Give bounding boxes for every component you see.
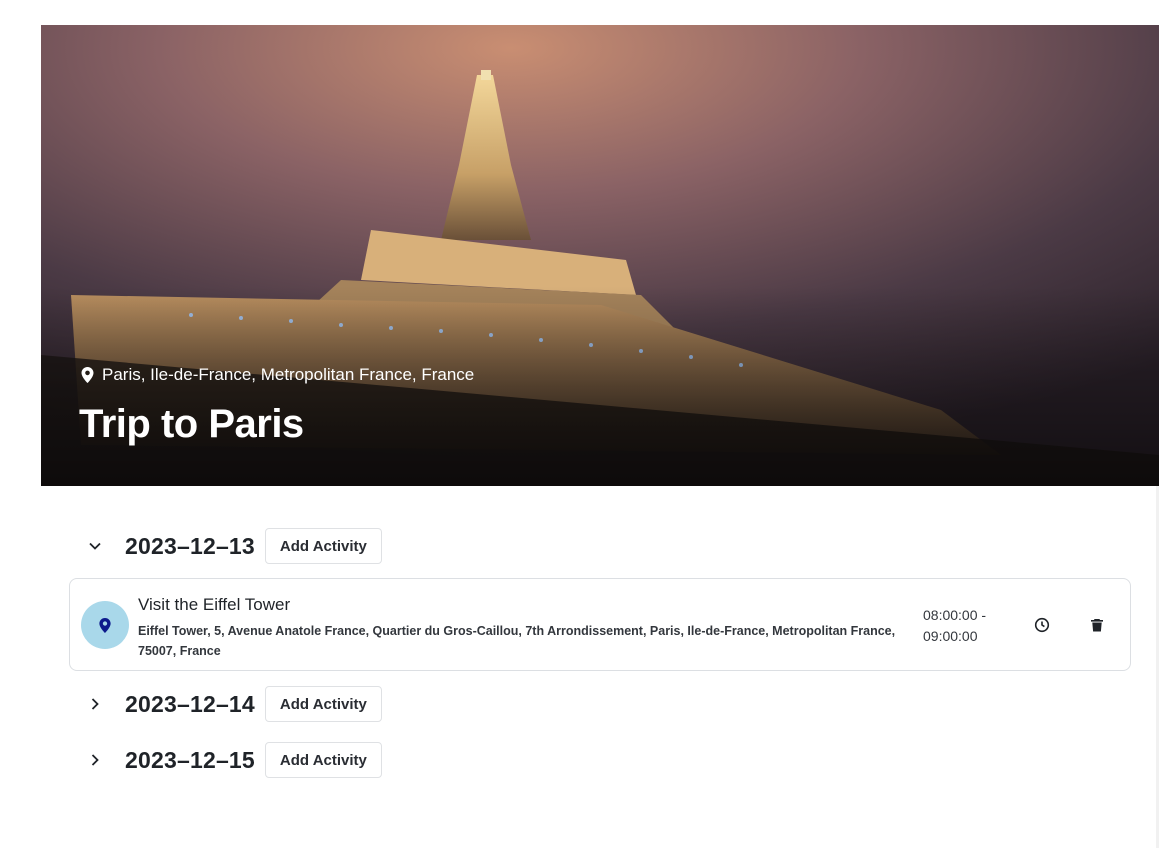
activity-name: Visit the Eiffel Tower bbox=[138, 595, 291, 614]
activity-address: Eiffel Tower, 5, Avenue Anatole France, … bbox=[138, 624, 896, 658]
clock-icon[interactable] bbox=[1028, 611, 1056, 639]
chevron-right-icon[interactable] bbox=[80, 689, 110, 719]
trip-location: Paris, Ile-de-France, Metropolitan Franc… bbox=[81, 365, 474, 385]
map-pin-icon bbox=[81, 367, 94, 383]
trip-title: Trip to Paris bbox=[79, 402, 304, 446]
hero-gradient-overlay bbox=[41, 286, 1159, 486]
activity-location-avatar bbox=[81, 601, 129, 649]
activity-time-range: 08:00:00 - 09:00:00 bbox=[923, 605, 986, 647]
add-activity-button[interactable]: Add Activity bbox=[264, 742, 382, 778]
day-date: 2023–12–15 bbox=[125, 746, 255, 773]
trip-hero-banner: Paris, Ile-de-France, Metropolitan Franc… bbox=[41, 25, 1159, 486]
day-date: 2023–12–13 bbox=[125, 532, 255, 559]
day-header-2023-12-14: 2023–12–14 Add Activity bbox=[80, 685, 382, 723]
trip-location-text: Paris, Ile-de-France, Metropolitan Franc… bbox=[102, 365, 475, 384]
chevron-down-icon[interactable] bbox=[80, 531, 110, 561]
add-activity-button[interactable]: Add Activity bbox=[264, 686, 382, 722]
trash-icon[interactable] bbox=[1083, 611, 1111, 639]
activity-card[interactable]: Visit the Eiffel Tower Eiffel Tower, 5, … bbox=[69, 578, 1131, 671]
day-header-2023-12-13: 2023–12–13 Add Activity bbox=[80, 527, 382, 565]
map-pin-icon bbox=[99, 617, 111, 633]
add-activity-button[interactable]: Add Activity bbox=[264, 528, 382, 564]
day-date: 2023–12–14 bbox=[125, 690, 255, 717]
activity-time-start: 08:00:00 - bbox=[923, 607, 987, 623]
activity-time-end: 09:00:00 bbox=[923, 628, 978, 644]
day-header-2023-12-15: 2023–12–15 Add Activity bbox=[80, 741, 382, 779]
chevron-right-icon[interactable] bbox=[80, 745, 110, 775]
